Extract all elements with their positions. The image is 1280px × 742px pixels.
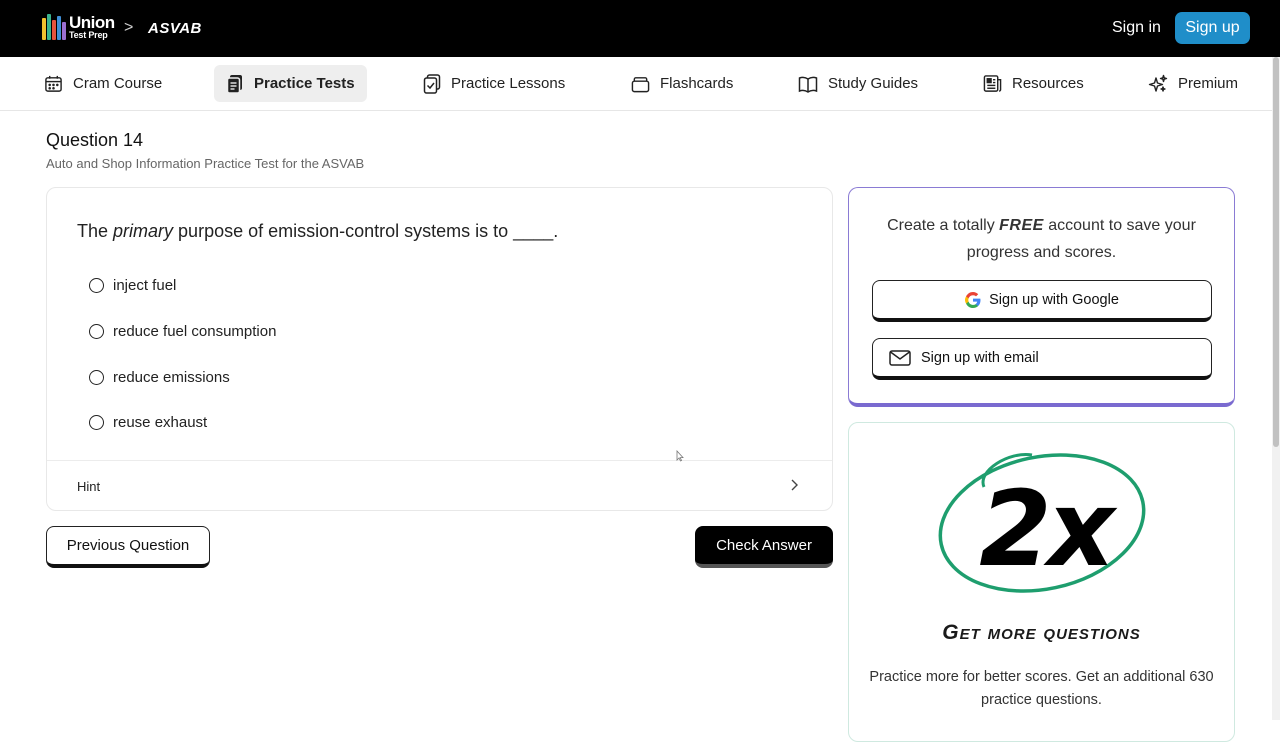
promo-text-start: Create a totally (887, 217, 1000, 234)
nav-item-cram-course[interactable]: Cram Course (44, 65, 174, 102)
radio-button[interactable] (89, 277, 104, 293)
envelope-icon (889, 349, 911, 366)
page-scrollbar[interactable] (1272, 57, 1280, 720)
nav-label: Practice Lessons (451, 75, 566, 92)
calendar-icon (45, 75, 62, 92)
scrollbar-thumb[interactable] (1273, 57, 1279, 447)
logo-wordmark: Union Test Prep (69, 14, 115, 40)
get-more-questions-title: Get more questions (942, 621, 1141, 644)
nav-item-premium[interactable]: Premium (1148, 65, 1250, 102)
clipboard-check-icon (423, 73, 441, 94)
option-label: reduce fuel consumption (113, 322, 277, 340)
get-more-questions-card: 2x Get more questions Practice more for … (848, 422, 1235, 742)
nav-label: Cram Course (73, 75, 163, 92)
promo-free-emphasis: FREE (999, 217, 1044, 234)
union-test-prep-logo[interactable]: Union Test Prep (42, 14, 115, 40)
check-answer-button[interactable]: Check Answer (695, 526, 833, 568)
nav-item-resources[interactable]: Resources (983, 65, 1096, 102)
newspaper-icon (983, 75, 1002, 92)
radio-button[interactable] (89, 323, 104, 339)
nav-label: Flashcards (660, 75, 734, 92)
main-nav: Cram Course Practice Tests Practice Less… (0, 57, 1272, 111)
answer-option[interactable]: reuse exhaust (89, 410, 207, 434)
nav-item-flashcards[interactable]: Flashcards (631, 65, 745, 102)
top-bar: Union Test Prep > ASVAB Sign in Sign up (0, 0, 1280, 57)
2x-badge-text: 2x (979, 468, 1117, 590)
question-card: The primary purpose of emission-control … (46, 187, 833, 511)
question-subtitle: Auto and Shop Information Practice Test … (46, 156, 365, 171)
nav-label: Practice Tests (254, 75, 355, 92)
cards-icon (631, 76, 650, 92)
email-signup-button[interactable]: Sign up with email (872, 338, 1212, 380)
logo-books-icon (42, 14, 66, 40)
option-label: reuse exhaust (113, 413, 208, 431)
question-title: Question 14 (46, 130, 144, 150)
nav-item-practice-lessons[interactable]: Practice Lessons (423, 65, 577, 102)
google-signup-label: Sign up with Google (989, 291, 1119, 308)
open-book-icon (798, 76, 818, 93)
sign-up-button[interactable]: Sign up (1175, 12, 1250, 44)
google-icon (965, 291, 981, 308)
email-signup-label: Sign up with email (921, 349, 1039, 366)
previous-question-button[interactable]: Previous Question (46, 526, 210, 568)
answer-option[interactable]: inject fuel (89, 273, 176, 297)
sign-in-button[interactable]: Sign in (1104, 17, 1169, 39)
option-label: reduce emissions (113, 368, 230, 386)
nav-label: Resources (1012, 75, 1084, 92)
radio-button[interactable] (89, 414, 104, 430)
nav-item-practice-tests[interactable]: Practice Tests (214, 65, 367, 102)
answer-option[interactable]: reduce emissions (89, 365, 230, 389)
prompt-text-start: The (77, 221, 114, 241)
google-signup-button[interactable]: Sign up with Google (872, 280, 1212, 322)
hint-toggle[interactable]: Hint (47, 460, 832, 510)
hint-label: Hint (77, 479, 101, 494)
mouse-cursor-icon (676, 450, 684, 462)
chevron-right-icon (791, 479, 798, 491)
nav-label: Study Guides (828, 75, 919, 92)
signup-promo-card: Create a totally FREE account to save yo… (848, 187, 1235, 407)
question-prompt: The primary purpose of emission-control … (77, 221, 558, 242)
sparkles-icon (1148, 74, 1168, 92)
radio-button[interactable] (89, 369, 104, 385)
answer-option[interactable]: reduce fuel consumption (89, 319, 276, 343)
option-label: inject fuel (113, 276, 177, 294)
document-stack-icon (226, 74, 242, 94)
nav-item-study-guides[interactable]: Study Guides (798, 65, 930, 102)
prompt-text-end: purpose of emission-control systems is t… (173, 221, 559, 241)
prompt-emphasis: primary (113, 221, 174, 241)
get-more-questions-text: Practice more for better scores. Get an … (869, 669, 1214, 708)
logo-line-1: Union (69, 13, 115, 32)
promo-message: Create a totally FREE account to save yo… (869, 212, 1214, 266)
nav-label: Premium (1178, 75, 1239, 92)
breadcrumb-asvab[interactable]: ASVAB (148, 20, 202, 37)
logo-line-2: Test Prep (69, 30, 108, 40)
breadcrumb-separator: > (124, 19, 134, 36)
2x-badge-icon: 2x (938, 453, 1146, 593)
